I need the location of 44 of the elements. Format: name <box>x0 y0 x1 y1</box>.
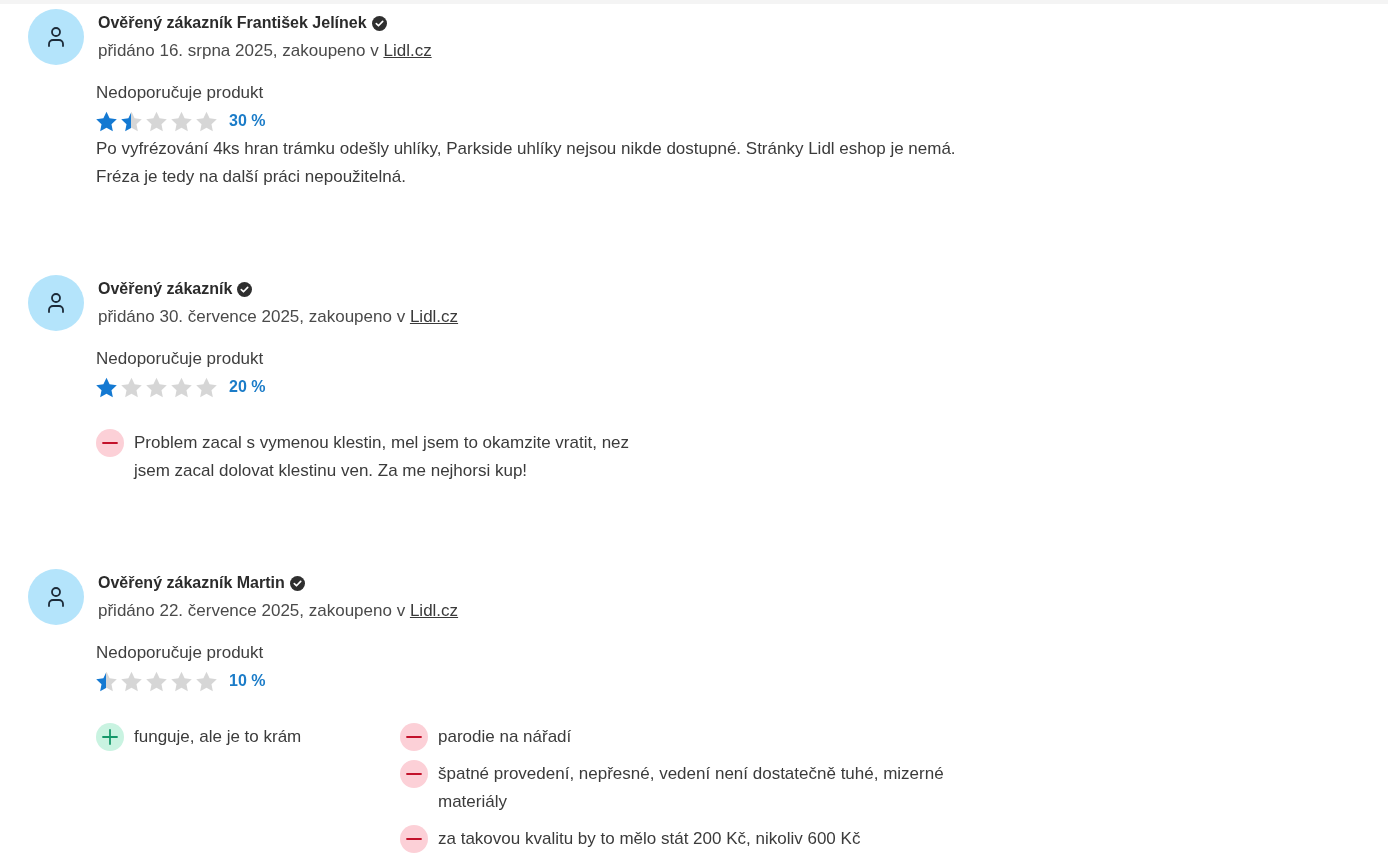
star-icon <box>196 376 217 398</box>
star-icon <box>121 110 142 132</box>
star-icon <box>121 670 142 692</box>
star-icon <box>171 376 192 398</box>
review-text: Po vyfrézování 4ks hran trámku odešly uhlíky, Parkside uhlíky nejsou nikde dostupné. Stránky Lidl eshop je nemá. Fréza je tedy na další práci nepoužitelná. <box>96 138 957 188</box>
star-icon <box>96 670 117 692</box>
star-icon <box>96 376 117 398</box>
con-text: parodie na nářadí <box>438 726 572 748</box>
star-icon <box>171 110 192 132</box>
rating-percent: 30 % <box>229 111 266 131</box>
star-icon <box>196 670 217 692</box>
star-icon <box>146 376 167 398</box>
plus-icon <box>96 723 124 751</box>
minus-icon <box>400 760 428 788</box>
minus-icon <box>400 723 428 751</box>
con-text: Problem zacal s vymenou klestin, mel jsem to okamzite vratit, nez jsem zacal dolovat klestinu ven. Za me nejhorsi kup! <box>134 432 631 482</box>
recommendation-text: Nedoporučuje produkt <box>96 82 265 104</box>
minus-icon <box>96 429 124 457</box>
avatar-icon <box>28 9 84 65</box>
review-date: přidáno 30. července 2025, zakoupeno v Lidl.cz <box>98 306 459 328</box>
con-text: špatné provedení, nepřesné, vedení není dostatečně tuhé, mizerné materiály <box>438 763 945 813</box>
shop-link[interactable]: Lidl.cz <box>409 307 459 326</box>
minus-icon <box>400 825 428 853</box>
shop-link[interactable]: Lidl.cz <box>409 601 459 620</box>
review-date: přidáno 16. srpna 2025, zakoupeno v Lidl.cz <box>98 40 432 62</box>
reviewer-name: Ověřený zákazník Martin <box>98 573 285 593</box>
star-icon <box>196 110 217 132</box>
avatar-icon <box>28 569 84 625</box>
star-icon <box>146 670 167 692</box>
reviewer-name: Ověřený zákazník František Jelínek <box>98 13 367 33</box>
recommendation-text: Nedoporučuje produkt <box>96 642 265 664</box>
star-icon <box>121 376 142 398</box>
star-icon <box>96 110 117 132</box>
review-date: přidáno 22. července 2025, zakoupeno v Lidl.cz <box>98 600 459 622</box>
star-icon <box>171 670 192 692</box>
con-text: za takovou kvalitu by to mělo stát 200 Kč, nikoliv 600 Kč <box>438 828 861 850</box>
star-icon <box>146 110 167 132</box>
reviewer-name: Ověřený zákazník <box>98 279 233 299</box>
recommendation-text: Nedoporučuje produkt <box>96 348 265 370</box>
pro-text: funguje, ale je to krám <box>134 726 302 748</box>
avatar-icon <box>28 275 84 331</box>
shop-link[interactable]: Lidl.cz <box>383 41 432 60</box>
rating-percent: 20 % <box>229 377 266 397</box>
rating-percent: 10 % <box>229 671 266 691</box>
